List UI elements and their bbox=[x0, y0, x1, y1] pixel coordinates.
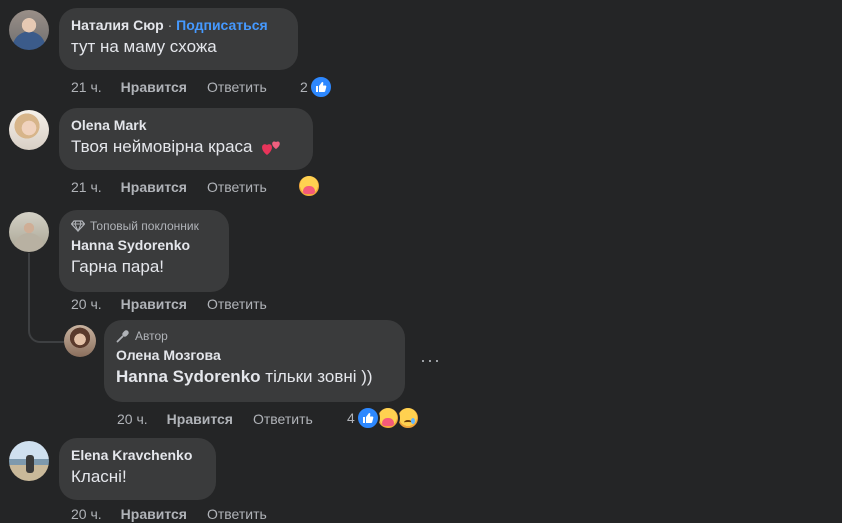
diamond-icon bbox=[71, 220, 85, 232]
author-name[interactable]: Elena Kravchenko bbox=[71, 446, 204, 464]
comment-actions: 20 ч. Нравится Ответить bbox=[71, 505, 267, 523]
comment-bubble: Наталия Сюр · Подписаться тут на маму сх… bbox=[59, 8, 298, 70]
comment-text: Твоя неймовірна краса bbox=[71, 137, 253, 156]
reaction-count: 2 bbox=[300, 79, 308, 95]
follow-link[interactable]: Подписаться bbox=[176, 17, 268, 33]
timestamp[interactable]: 20 ч. bbox=[117, 410, 148, 428]
badge-label: Топовый поклонник bbox=[90, 219, 199, 233]
like-reaction-icon bbox=[308, 75, 333, 99]
comment-text: тільки зовні )) bbox=[265, 367, 373, 386]
like-button[interactable]: Нравится bbox=[121, 178, 187, 196]
care-reaction-icon bbox=[297, 174, 321, 198]
comment-text: Класні! bbox=[71, 467, 127, 486]
avatar[interactable] bbox=[9, 10, 49, 50]
avatar[interactable] bbox=[64, 325, 96, 357]
microphone-icon bbox=[116, 330, 129, 343]
badge-label: Автор bbox=[135, 329, 168, 343]
timestamp[interactable]: 20 ч. bbox=[71, 295, 102, 313]
author-name[interactable]: Hanna Sydorenko bbox=[71, 236, 217, 254]
comment-text: Гарна пара! bbox=[71, 257, 165, 276]
avatar[interactable] bbox=[9, 441, 49, 481]
reply-button[interactable]: Ответить bbox=[207, 178, 267, 196]
comment-bubble: Топовый поклонник Hanna Sydorenko Гарна … bbox=[59, 210, 229, 292]
reply-button[interactable]: Ответить bbox=[207, 295, 267, 313]
like-button[interactable]: Нравится bbox=[121, 78, 187, 96]
reaction-summary[interactable]: 4 bbox=[347, 406, 420, 430]
comment-bubble: Elena Kravchenko Класні! bbox=[59, 438, 216, 500]
author-badge: Автор bbox=[116, 328, 393, 344]
author-name[interactable]: Наталия Сюр bbox=[71, 17, 164, 33]
reaction-summary[interactable]: 2 bbox=[300, 75, 333, 99]
reply-button[interactable]: Ответить bbox=[207, 78, 267, 96]
like-reaction-icon bbox=[355, 406, 380, 430]
top-fan-badge: Топовый поклонник bbox=[71, 218, 217, 234]
separator: · bbox=[167, 17, 173, 33]
timestamp[interactable]: 21 ч. bbox=[71, 78, 102, 96]
two-hearts-icon bbox=[262, 141, 281, 155]
like-button[interactable]: Нравится bbox=[167, 410, 233, 428]
author-name[interactable]: Олена Мозгова bbox=[116, 346, 393, 364]
comment-actions: 21 ч. Нравится Ответить bbox=[71, 78, 267, 96]
like-button[interactable]: Нравится bbox=[121, 505, 187, 523]
comment-actions: 21 ч. Нравится Ответить bbox=[71, 178, 267, 196]
timestamp[interactable]: 21 ч. bbox=[71, 178, 102, 196]
mention-link[interactable]: Hanna Sydorenko bbox=[116, 367, 261, 386]
author-name[interactable]: Olena Mark bbox=[71, 116, 301, 134]
comment-bubble: Olena Mark Твоя неймовірна краса bbox=[59, 108, 313, 170]
comment-actions: 20 ч. Нравится Ответить bbox=[71, 295, 267, 313]
timestamp[interactable]: 20 ч. bbox=[71, 505, 102, 523]
reply-button[interactable]: Ответить bbox=[207, 505, 267, 523]
comment-text: тут на маму схожа bbox=[71, 37, 217, 56]
reaction-summary[interactable] bbox=[297, 174, 321, 198]
like-button[interactable]: Нравится bbox=[121, 295, 187, 313]
reply-bubble: Автор Олена Мозгова Hanna Sydorenko тіль… bbox=[104, 320, 405, 402]
more-options-icon[interactable]: ··· bbox=[420, 350, 441, 371]
comments-section: Наталия Сюр · Подписаться тут на маму сх… bbox=[0, 0, 842, 523]
comment-actions: 20 ч. Нравится Ответить bbox=[117, 410, 313, 428]
reply-button[interactable]: Ответить bbox=[253, 410, 313, 428]
avatar[interactable] bbox=[9, 110, 49, 150]
reaction-count: 4 bbox=[347, 410, 355, 426]
avatar[interactable] bbox=[9, 212, 49, 252]
